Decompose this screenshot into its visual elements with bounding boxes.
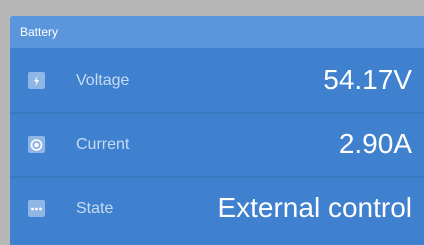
battery-panel: Battery Voltage 54.17V Current 2.90A Sta… <box>10 16 424 245</box>
panel-title: Battery <box>10 16 424 48</box>
voltage-label: Voltage <box>76 72 130 89</box>
state-row[interactable]: State External control <box>10 178 424 240</box>
current-label: Current <box>76 136 130 153</box>
more-dots-icon <box>28 200 45 217</box>
state-value: External control <box>217 192 412 223</box>
battery-icon <box>28 72 45 89</box>
app-frame: Battery Voltage 54.17V Current 2.90A Sta… <box>0 0 424 245</box>
current-gauge-icon <box>28 136 45 153</box>
state-label: State <box>76 200 114 217</box>
voltage-row[interactable]: Voltage 54.17V <box>10 50 424 112</box>
current-row[interactable]: Current 2.90A <box>10 114 424 176</box>
voltage-value: 54.17V <box>323 64 412 95</box>
current-value: 2.90A <box>338 128 412 159</box>
